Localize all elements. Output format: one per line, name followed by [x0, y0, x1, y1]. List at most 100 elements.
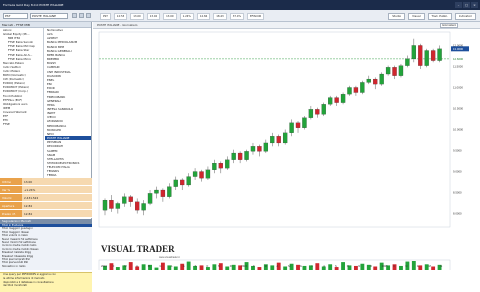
y-tick-label: 11.5000	[453, 64, 463, 68]
symbol-search-input[interactable]: PST	[3, 13, 28, 19]
stock-name-field[interactable]: POSTE ITALIANE	[30, 13, 68, 19]
detail-label: Var %	[0, 186, 22, 193]
detail-label: Prezzo rif.	[0, 210, 22, 217]
notice-line: dei titoli monitorati	[0, 284, 92, 288]
volume-bar	[360, 264, 364, 270]
quote-field: 1.24%	[180, 13, 194, 20]
candle-body	[347, 87, 351, 94]
candle-body	[135, 202, 139, 210]
tab-trading[interactable]: Trad. Pubbl.	[428, 13, 452, 20]
x-tick-label: 2023	[101, 264, 107, 268]
refresh-icon[interactable]	[72, 13, 77, 18]
x-tick-label: O	[206, 264, 208, 268]
candle-body	[264, 143, 268, 151]
watermark-text: VISUAL TRADER	[101, 244, 175, 254]
candle-body	[174, 180, 178, 187]
toolbar-tabs: Studio Visual Trad. Pubbl. Indicatori	[388, 13, 476, 20]
volume-bar	[174, 267, 178, 271]
x-tick-label: O	[347, 264, 349, 268]
candle-body	[199, 172, 203, 179]
tab-studio[interactable]: Studio	[388, 13, 405, 20]
x-tick-label: M	[405, 264, 407, 268]
candle-body	[392, 67, 396, 75]
x-tick-label: 2025	[382, 264, 388, 268]
detail-row: Volumi2.431.522	[0, 194, 92, 202]
window-titlebar: Formula Gold Day 8.0.0 POSTE ITALIANE – …	[0, 0, 480, 10]
candle-body	[122, 197, 126, 204]
main-toolbar: PST POSTE ITALIANE PST12:5313.0013.0213.…	[0, 10, 480, 22]
volume-bar	[283, 267, 287, 271]
candle-body	[142, 203, 146, 210]
volume-bar	[303, 266, 307, 270]
notice-box: Una query per MIFIDCRIPS si aggiorna con…	[0, 272, 92, 292]
tab-visual[interactable]: Visual	[408, 13, 424, 20]
x-tick-label: N	[358, 264, 360, 268]
volume-bar	[200, 265, 204, 270]
tab-indicatori[interactable]: Indicatori	[455, 13, 476, 20]
detail-value: +1.24%	[22, 186, 92, 193]
x-tick-label: S	[335, 264, 337, 268]
quote-field: 12:53	[114, 13, 127, 20]
volume-bar	[270, 265, 274, 270]
candle-body	[257, 146, 261, 151]
detail-value: 12.84	[22, 202, 92, 209]
candle-body	[296, 123, 300, 128]
candle-body	[425, 50, 429, 65]
candle-body	[290, 123, 294, 133]
tree-item[interactable]: FTSE	[0, 122, 43, 126]
candle-body	[109, 200, 113, 208]
window-title: Formula Gold Day 8.0.0 POSTE ITALIANE	[3, 3, 63, 7]
candle-body	[116, 203, 120, 208]
watermark-subtext: www.visualtrader.it	[159, 256, 180, 259]
detail-row: Prezzo rif.12.84	[0, 210, 92, 218]
candle-body	[283, 133, 287, 143]
market-tree: AzioniGlobal Equity (Mi...MIB IT50FTSE I…	[0, 28, 44, 178]
candle-body	[244, 151, 248, 159]
volume-bar	[354, 266, 358, 270]
chart-area[interactable]: POSTE ITALIANE - Giornaliero Giornaliero…	[93, 22, 480, 270]
candle-body	[405, 59, 409, 66]
candle-body	[341, 94, 345, 102]
candle-body	[418, 45, 422, 65]
candle-body	[187, 177, 191, 185]
detail-row: Var %+1.24%	[0, 186, 92, 194]
quote-field: 13.02	[147, 13, 160, 20]
candle-body	[412, 45, 416, 58]
volume-bar	[399, 266, 403, 270]
print-icon[interactable]	[79, 13, 84, 18]
candle-body	[277, 136, 281, 143]
candle-body	[167, 187, 171, 197]
candle-body	[270, 136, 274, 143]
detail-value: 13.00	[22, 178, 92, 185]
x-tick-label: S	[195, 264, 197, 268]
price-chart[interactable]: VISUAL TRADERwww.visualtrader.it12.00001…	[93, 22, 480, 270]
message-item[interactable]: Stocastico in rialzo	[0, 265, 92, 268]
volume-bar	[418, 265, 422, 270]
settings-icon[interactable]	[86, 13, 91, 18]
candle-body	[154, 190, 158, 193]
y-tick-label: 8.0000	[453, 212, 462, 216]
candle-body	[251, 146, 255, 151]
candle-body	[386, 67, 390, 74]
candle-body	[180, 180, 184, 185]
maximize-icon[interactable]: □	[463, 2, 470, 8]
stock-list: NominativoA2AAZIMUTBANCA MEDIOLANUMBANCO…	[45, 28, 91, 178]
x-tick-label: M	[288, 264, 290, 268]
close-icon[interactable]: ×	[471, 2, 478, 8]
candle-body	[322, 104, 326, 114]
candle-body	[354, 87, 358, 92]
detail-label: Ultimo	[0, 178, 22, 185]
x-tick-label: A	[183, 264, 185, 268]
x-tick-label: M	[124, 264, 126, 268]
volume-bar	[373, 267, 377, 271]
x-tick-label: A	[277, 264, 279, 268]
x-tick-label: M	[148, 264, 150, 268]
x-tick-label: A	[136, 264, 138, 268]
minimize-icon[interactable]: –	[455, 2, 462, 8]
candle-body	[232, 153, 236, 160]
window-controls: – □ ×	[455, 2, 478, 8]
volume-bar	[142, 264, 146, 270]
y-tick-label: 11.0000	[453, 85, 463, 89]
volume-bar	[212, 264, 216, 270]
candle-body	[438, 49, 442, 61]
